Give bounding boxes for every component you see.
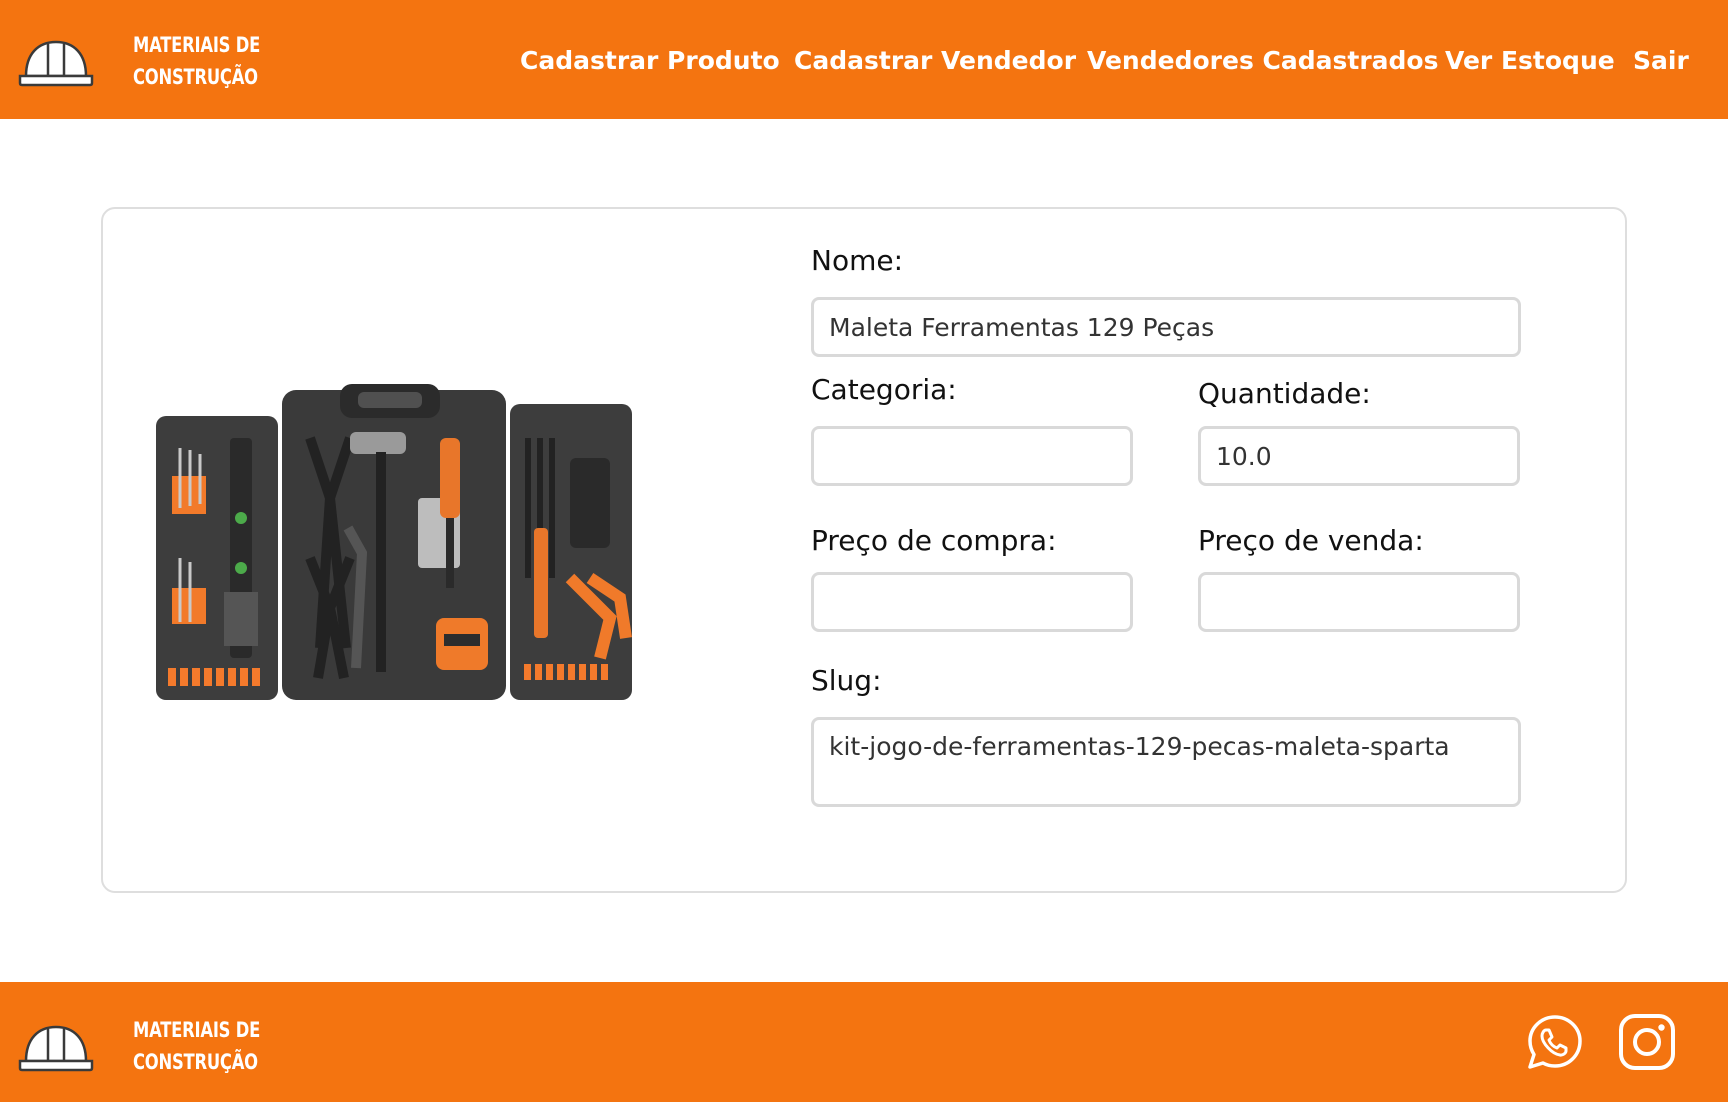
nav-ver-estoque[interactable]: Ver Estoque: [1445, 44, 1615, 78]
site-footer: MATERIAIS DE CONSTRUÇÃO: [0, 982, 1728, 1102]
instagram-icon: [1619, 1014, 1675, 1070]
quantity-input[interactable]: [1198, 426, 1520, 486]
whatsapp-icon: [1528, 1015, 1582, 1069]
footer-brand-name: MATERIAIS DE CONSTRUÇÃO: [133, 1014, 260, 1078]
category-label: Categoria:: [811, 373, 957, 406]
nav-cadastrar-produto[interactable]: Cadastrar Produto: [520, 44, 780, 78]
quantity-label: Quantidade:: [1198, 377, 1371, 410]
whatsapp-link[interactable]: [1525, 1012, 1585, 1072]
name-input[interactable]: [811, 297, 1521, 357]
site-header: MATERIAIS DE CONSTRUÇÃO Cadastrar Produt…: [0, 0, 1728, 119]
nav-vendedores-cadastrados[interactable]: Vendedores Cadastrados: [1087, 44, 1439, 78]
nav-sair[interactable]: Sair: [1633, 44, 1689, 78]
buy-price-label: Preço de compra:: [811, 524, 1057, 557]
slug-input[interactable]: kit-jogo-de-ferramentas-129-pecas-maleta…: [811, 717, 1521, 807]
buy-price-input[interactable]: [811, 572, 1133, 632]
footer-brand-line-1: MATERIAIS DE: [133, 1018, 261, 1042]
main-nav: Cadastrar Produto Cadastrar Vendedor Ven…: [0, 44, 1728, 78]
category-input[interactable]: [811, 426, 1133, 486]
hard-hat-icon: [18, 1025, 94, 1072]
product-image: [150, 378, 638, 724]
footer-brand-line-2: CONSTRUÇÃO: [133, 1050, 258, 1074]
footer-brand-logo[interactable]: MATERIAIS DE CONSTRUÇÃO: [18, 1014, 296, 1078]
sell-price-label: Preço de venda:: [1198, 524, 1424, 557]
nav-cadastrar-vendedor[interactable]: Cadastrar Vendedor: [794, 44, 1076, 78]
sell-price-input[interactable]: [1198, 572, 1520, 632]
slug-label: Slug:: [811, 664, 882, 697]
instagram-link[interactable]: [1617, 1012, 1677, 1072]
name-label: Nome:: [811, 244, 904, 277]
